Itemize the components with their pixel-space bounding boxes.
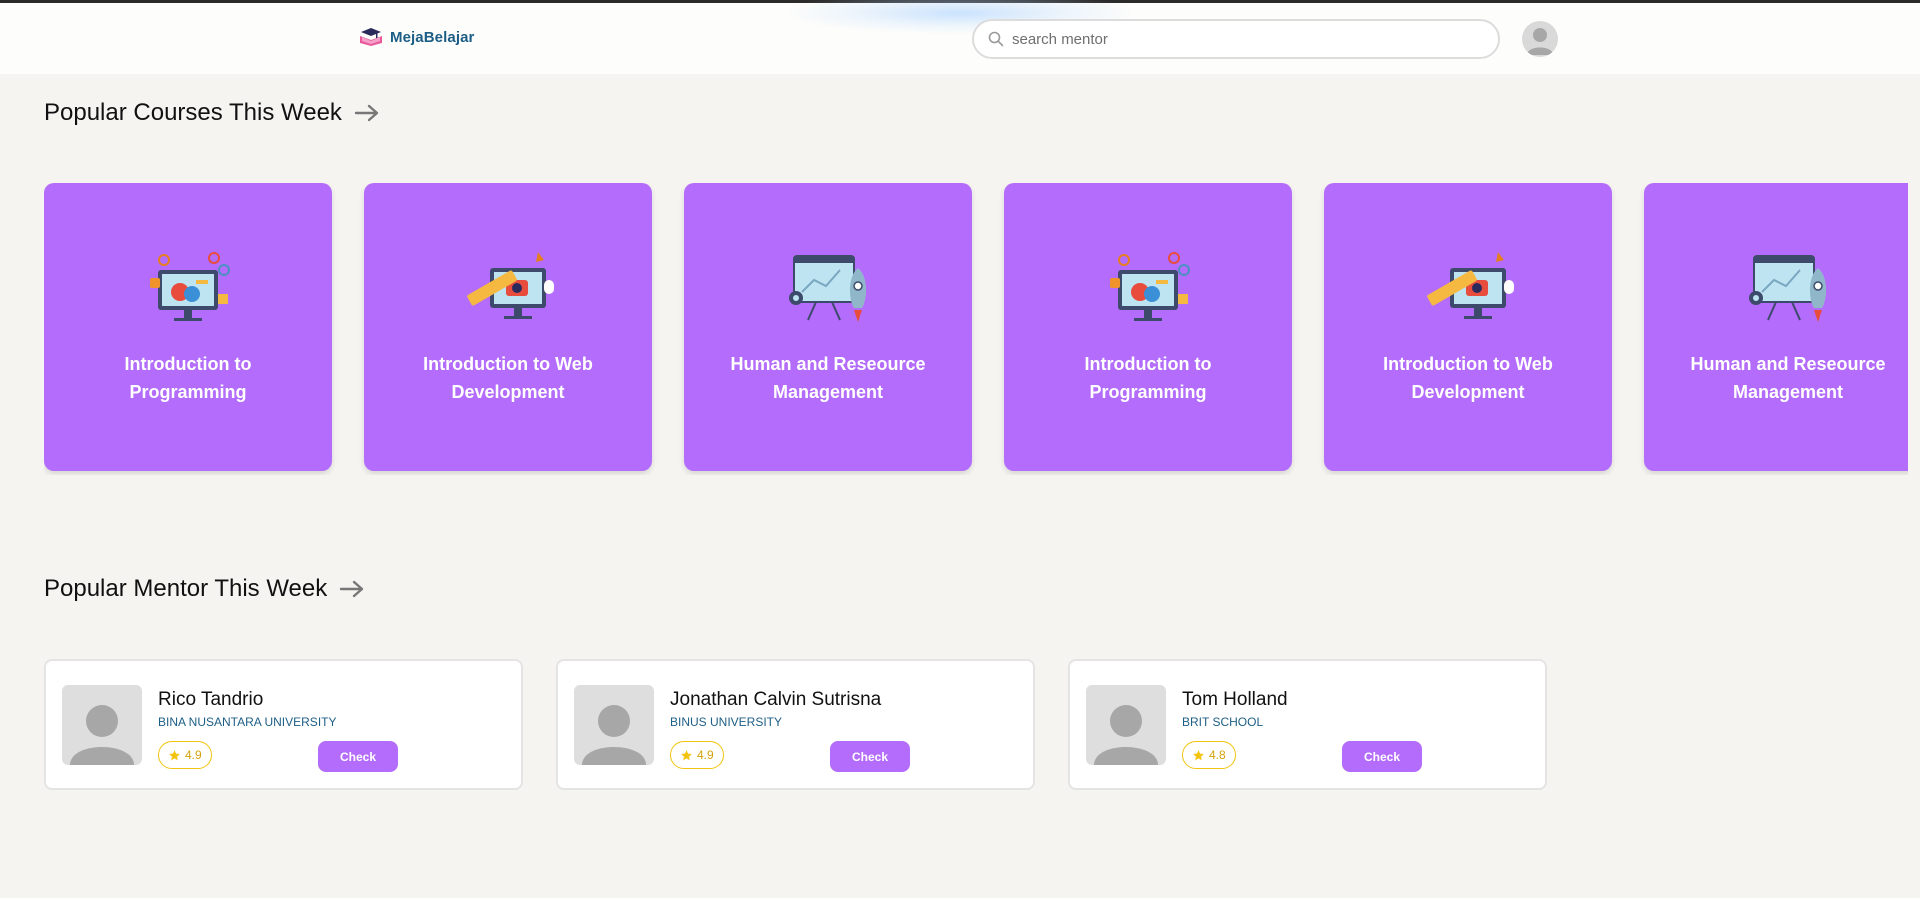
user-icon: [1094, 705, 1158, 765]
course-card[interactable]: Human and Reseource Management: [684, 183, 972, 471]
check-button[interactable]: Check: [318, 741, 398, 772]
brand-logo[interactable]: MejaBelajar: [358, 27, 474, 47]
mentor-name: Tom Holland: [1182, 689, 1288, 710]
arrow-right-icon[interactable]: [354, 104, 380, 122]
course-card[interactable]: Introduction to Web Development: [1324, 183, 1612, 471]
check-button[interactable]: Check: [1342, 741, 1422, 772]
star-icon: [1193, 749, 1204, 760]
mentor-card[interactable]: Rico Tandrio BINA NUSANTARA UNIVERSITY 4…: [44, 659, 523, 790]
mentors-section-title[interactable]: Popular Mentor This Week: [44, 575, 365, 603]
rating-value: 4.9: [185, 748, 202, 762]
user-icon: [1527, 28, 1553, 55]
course-name: Introduction to Web Development: [423, 354, 593, 402]
course-name: Human and Reseource Management: [1690, 354, 1886, 402]
rocket-board-icon: [1749, 255, 1827, 322]
star-icon: [681, 749, 692, 760]
rating-value: 4.9: [697, 748, 714, 762]
mentor-school: BINA NUSANTARA UNIVERSITY: [158, 715, 337, 729]
rating-badge: 4.9: [670, 741, 724, 769]
courses-heading: Popular Courses This Week: [44, 99, 342, 126]
search-bar[interactable]: [972, 19, 1500, 59]
course-name: Introduction to Programming: [124, 354, 252, 402]
course-card[interactable]: Introduction to Programming: [1004, 183, 1292, 471]
course-card[interactable]: Introduction to Web Development: [364, 183, 652, 471]
user-icon: [70, 705, 134, 765]
design-tools-icon: [1427, 252, 1514, 319]
mentor-card[interactable]: Jonathan Calvin Sutrisna BINUS UNIVERSIT…: [556, 659, 1035, 790]
brand-name: MejaBelajar: [390, 28, 475, 46]
mentor-name: Jonathan Calvin Sutrisna: [670, 689, 882, 710]
design-tools-icon: [467, 252, 554, 319]
courses-section-title[interactable]: Popular Courses This Week: [44, 99, 380, 127]
search-input[interactable]: [1012, 30, 1492, 48]
arrow-right-icon[interactable]: [339, 580, 365, 598]
mentor-card[interactable]: Tom Holland BRIT SCHOOL 4.8 Check: [1068, 659, 1547, 790]
course-card[interactable]: Introduction to Programming: [44, 183, 332, 471]
graduation-book-icon: [360, 28, 382, 46]
mentor-avatar: [574, 685, 654, 765]
star-icon: [169, 749, 180, 760]
top-header: MejaBelajar: [0, 0, 1920, 74]
course-name: Introduction to Web Development: [1383, 354, 1553, 402]
search-icon: [988, 31, 1004, 47]
user-icon: [582, 705, 646, 765]
check-button[interactable]: Check: [830, 741, 910, 772]
user-avatar[interactable]: [1522, 21, 1558, 57]
mentor-name: Rico Tandrio: [158, 689, 264, 710]
rating-value: 4.8: [1209, 748, 1226, 762]
course-name: Introduction to Programming: [1084, 354, 1212, 402]
rocket-board-icon: [789, 255, 867, 322]
mentors-heading: Popular Mentor This Week: [44, 575, 328, 602]
mentor-avatar: [62, 685, 142, 765]
computer-analytics-icon: [150, 252, 230, 321]
mentor-avatar: [1086, 685, 1166, 765]
rating-badge: 4.9: [158, 741, 212, 769]
mentor-school: BRIT SCHOOL: [1182, 715, 1264, 729]
rating-badge: 4.8: [1182, 741, 1236, 769]
course-card[interactable]: Human and Reseource Management: [1644, 183, 1908, 471]
course-name: Human and Reseource Management: [730, 354, 926, 402]
computer-analytics-icon: [1110, 252, 1190, 321]
courses-carousel[interactable]: Introduction to Programming Introduction…: [44, 183, 1908, 475]
mentor-school: BINUS UNIVERSITY: [670, 715, 783, 729]
